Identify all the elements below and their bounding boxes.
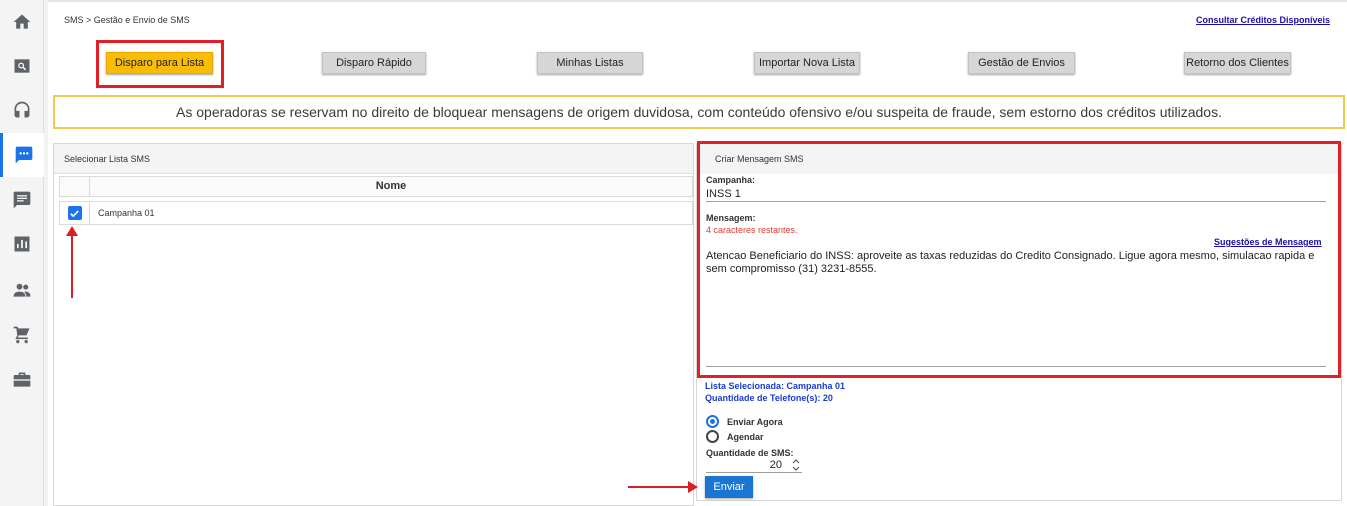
tab-import-list[interactable]: Importar Nova Lista — [754, 52, 860, 74]
fraud-notice-text: As operadoras se reservam no direito de … — [176, 104, 1222, 120]
sms-qty-label: Quantidade de SMS: — [706, 448, 794, 458]
breadcrumb: SMS > Gestão e Envio de SMS — [64, 15, 190, 25]
cart-icon — [13, 326, 30, 344]
nav-sms[interactable] — [0, 133, 44, 177]
send-now-label: Enviar Agora — [727, 416, 783, 427]
arrow-up-icon — [66, 226, 78, 298]
row-list-name: Campanha 01 — [98, 208, 155, 218]
tab-my-lists[interactable]: Minhas Listas — [537, 52, 643, 74]
nav-shop[interactable] — [0, 313, 44, 357]
tab-client-returns[interactable]: Retorno dos Clientes — [1184, 52, 1291, 74]
row-check-cell — [60, 202, 90, 224]
list-selection-panel: Selecionar Lista SMS Nome Campanha 01 — [53, 143, 694, 506]
nav-business[interactable] — [0, 358, 44, 402]
tab-send-management[interactable]: Gestão de Envios — [968, 52, 1075, 74]
side-navigation — [0, 0, 44, 506]
arrow-right-icon — [628, 481, 698, 493]
credits-link[interactable]: Consultar Créditos Disponíveis — [1196, 15, 1330, 25]
list-table: Nome Campanha 01 — [59, 176, 693, 225]
fraud-notice: As operadoras se reservam no direito de … — [53, 95, 1345, 129]
top-divider — [48, 0, 1347, 2]
headset-icon — [14, 101, 30, 118]
nav-home[interactable] — [0, 0, 44, 44]
home-icon — [13, 14, 31, 29]
nav-messages[interactable] — [0, 178, 44, 222]
briefcase-icon — [13, 372, 31, 387]
send-now-radio[interactable] — [706, 415, 719, 428]
option-schedule[interactable]: Agendar — [706, 430, 764, 443]
tab-send-to-list[interactable]: Disparo para Lista — [106, 52, 213, 74]
nav-search[interactable] — [0, 44, 44, 88]
column-header-name: Nome — [375, 180, 407, 192]
check-icon — [70, 210, 79, 217]
sms-qty-input[interactable]: 20 — [706, 459, 802, 473]
option-send-now[interactable]: Enviar Agora — [706, 415, 783, 428]
main-content: SMS > Gestão e Envio de SMS Consultar Cr… — [48, 0, 1347, 506]
nav-support[interactable] — [0, 88, 44, 132]
phone-count-info: Quantidade de Telefone(s): 20 — [705, 393, 833, 403]
schedule-label: Agendar — [727, 431, 764, 442]
schedule-radio[interactable] — [706, 430, 719, 443]
table-row[interactable]: Campanha 01 — [59, 201, 693, 225]
selected-list-info: Lista Selecionada: Campanha 01 — [705, 381, 846, 391]
nav-reports[interactable] — [0, 222, 44, 266]
row-checkbox[interactable] — [67, 206, 82, 220]
nav-contacts[interactable] — [0, 268, 44, 312]
stepper-icon[interactable] — [791, 458, 801, 472]
list-panel-title: Selecionar Lista SMS — [54, 144, 693, 174]
tab-quick-send[interactable]: Disparo Rápido — [322, 52, 426, 74]
message-icon — [13, 191, 31, 209]
bar-chart-icon — [14, 236, 30, 252]
highlight-box-message — [697, 141, 1341, 378]
search-icon — [14, 59, 30, 73]
people-icon — [13, 283, 31, 297]
send-button[interactable]: Enviar — [705, 476, 753, 498]
chat-dots-icon — [15, 146, 32, 164]
header-check-cell — [60, 177, 90, 196]
table-header: Nome — [59, 176, 693, 197]
